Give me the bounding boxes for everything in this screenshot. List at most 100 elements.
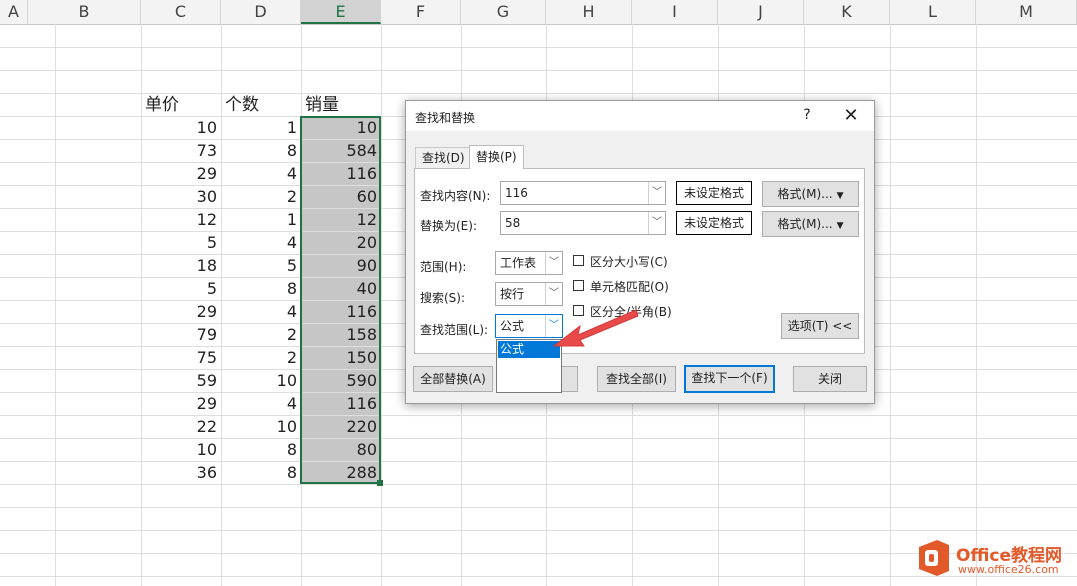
table-cell-sales[interactable]: 40 <box>301 278 381 300</box>
table-cell-sales[interactable]: 116 <box>301 393 381 415</box>
table-cell-price[interactable]: 18 <box>141 255 221 277</box>
find-format-button[interactable]: 格式(M)... ▼ <box>762 181 859 207</box>
column-header-j[interactable]: J <box>718 0 804 24</box>
replace-all-button[interactable]: 全部替换(A) <box>413 366 493 392</box>
match-case-label[interactable]: 区分大小写(C) <box>590 253 668 270</box>
column-header-a[interactable]: A <box>0 0 28 24</box>
table-cell-price[interactable]: 29 <box>141 301 221 323</box>
table-cell-price[interactable]: 30 <box>141 186 221 208</box>
table-cell-price[interactable]: 36 <box>141 462 221 484</box>
chevron-down-icon[interactable]: ﹀ <box>648 182 665 204</box>
tab-find[interactable]: 查找(D) <box>415 147 472 168</box>
table-cell-count[interactable]: 8 <box>221 140 301 162</box>
table-cell-sales[interactable]: 20 <box>301 232 381 254</box>
close-button[interactable]: 关闭 <box>793 366 867 392</box>
help-button[interactable]: ? <box>798 105 816 125</box>
table-cell-count[interactable]: 1 <box>221 209 301 231</box>
dialog-titlebar[interactable]: 查找和替换 ? ✕ <box>406 101 874 131</box>
column-header-b[interactable]: B <box>28 0 141 24</box>
dropdown-arrow-icon: ▼ <box>836 191 844 201</box>
column-header-g[interactable]: G <box>461 0 546 24</box>
replace-format-status: 未设定格式 <box>676 211 752 235</box>
column-header-i[interactable]: I <box>632 0 718 24</box>
column-header-c[interactable]: C <box>141 0 221 24</box>
table-cell-sales[interactable]: 584 <box>301 140 381 162</box>
cell-d4-header[interactable]: 个数 <box>221 94 301 116</box>
find-next-button[interactable]: 查找下一个(F) <box>684 365 775 393</box>
dropdown-arrow-icon: ▼ <box>836 221 844 231</box>
table-cell-price[interactable]: 5 <box>141 232 221 254</box>
table-cell-count[interactable]: 4 <box>221 163 301 185</box>
close-icon[interactable]: ✕ <box>840 105 862 127</box>
table-cell-count[interactable]: 8 <box>221 439 301 461</box>
column-header-l[interactable]: L <box>890 0 976 24</box>
table-cell-sales[interactable]: 220 <box>301 416 381 438</box>
table-cell-count[interactable]: 8 <box>221 278 301 300</box>
chevron-down-icon[interactable]: ﹀ <box>545 252 562 274</box>
table-cell-price[interactable]: 75 <box>141 347 221 369</box>
find-all-button[interactable]: 查找全部(I) <box>597 366 676 392</box>
table-cell-count[interactable]: 2 <box>221 324 301 346</box>
table-cell-sales[interactable]: 116 <box>301 301 381 323</box>
column-header-d[interactable]: D <box>221 0 301 24</box>
options-button[interactable]: 选项(T) << <box>781 313 859 339</box>
look-in-label: 查找范围(L): <box>420 323 489 337</box>
match-entire-cell-label[interactable]: 单元格匹配(O) <box>590 278 669 295</box>
table-cell-count[interactable]: 2 <box>221 347 301 369</box>
watermark-logo: Office教程网 www.office26.com <box>912 533 1077 586</box>
column-header-e[interactable]: E <box>301 0 381 24</box>
chevron-down-icon[interactable]: ﹀ <box>648 212 665 234</box>
table-cell-sales[interactable]: 116 <box>301 163 381 185</box>
replace-format-button[interactable]: 格式(M)... ▼ <box>762 211 859 237</box>
table-cell-count[interactable]: 4 <box>221 301 301 323</box>
find-what-combo[interactable]: 116 ﹀ <box>500 181 666 205</box>
table-cell-count[interactable]: 4 <box>221 393 301 415</box>
table-cell-price[interactable]: 79 <box>141 324 221 346</box>
table-cell-price[interactable]: 5 <box>141 278 221 300</box>
column-header-m[interactable]: M <box>976 0 1077 24</box>
scope-select[interactable]: 工作表 ﹀ <box>495 251 563 275</box>
table-cell-sales[interactable]: 80 <box>301 439 381 461</box>
table-cell-sales[interactable]: 150 <box>301 347 381 369</box>
column-header-k[interactable]: K <box>804 0 890 24</box>
table-cell-count[interactable]: 4 <box>221 232 301 254</box>
column-header-f[interactable]: F <box>381 0 461 24</box>
table-cell-price[interactable]: 29 <box>141 163 221 185</box>
table-cell-sales[interactable]: 590 <box>301 370 381 392</box>
table-cell-sales[interactable]: 12 <box>301 209 381 231</box>
table-cell-price[interactable]: 59 <box>141 370 221 392</box>
table-cell-count[interactable]: 10 <box>221 370 301 392</box>
table-cell-price[interactable]: 73 <box>141 140 221 162</box>
tab-replace[interactable]: 替换(P) <box>469 145 524 169</box>
replace-with-combo[interactable]: 58 ﹀ <box>500 211 666 235</box>
table-cell-price[interactable]: 10 <box>141 439 221 461</box>
scope-label: 范围(H): <box>420 260 467 274</box>
table-cell-count[interactable]: 10 <box>221 416 301 438</box>
cell-c4-header[interactable]: 单价 <box>141 94 221 116</box>
find-what-value: 116 <box>505 186 528 200</box>
table-cell-count[interactable]: 8 <box>221 462 301 484</box>
table-cell-sales[interactable]: 90 <box>301 255 381 277</box>
office-logo-icon <box>919 540 949 576</box>
annotation-arrow <box>552 309 639 347</box>
cell-e4-header[interactable]: 销量 <box>301 94 381 116</box>
dialog-title: 查找和替换 <box>415 111 476 125</box>
table-cell-price[interactable]: 29 <box>141 393 221 415</box>
find-format-button-label: 格式(M)... <box>777 187 833 201</box>
table-cell-price[interactable]: 22 <box>141 416 221 438</box>
table-cell-sales[interactable]: 158 <box>301 324 381 346</box>
table-cell-sales[interactable]: 10 <box>301 117 381 139</box>
table-cell-count[interactable]: 2 <box>221 186 301 208</box>
table-cell-price[interactable]: 10 <box>141 117 221 139</box>
match-entire-cell-checkbox[interactable] <box>573 280 584 291</box>
column-header-h[interactable]: H <box>546 0 632 24</box>
replace-with-value: 58 <box>505 216 521 230</box>
match-case-checkbox[interactable] <box>573 255 584 266</box>
table-cell-price[interactable]: 12 <box>141 209 221 231</box>
column-header-row: A B C D E F G H I J K L M <box>0 0 1077 25</box>
fill-handle[interactable] <box>377 480 383 486</box>
table-cell-count[interactable]: 5 <box>221 255 301 277</box>
table-cell-sales[interactable]: 60 <box>301 186 381 208</box>
table-cell-sales[interactable]: 288 <box>301 462 381 484</box>
table-cell-count[interactable]: 1 <box>221 117 301 139</box>
